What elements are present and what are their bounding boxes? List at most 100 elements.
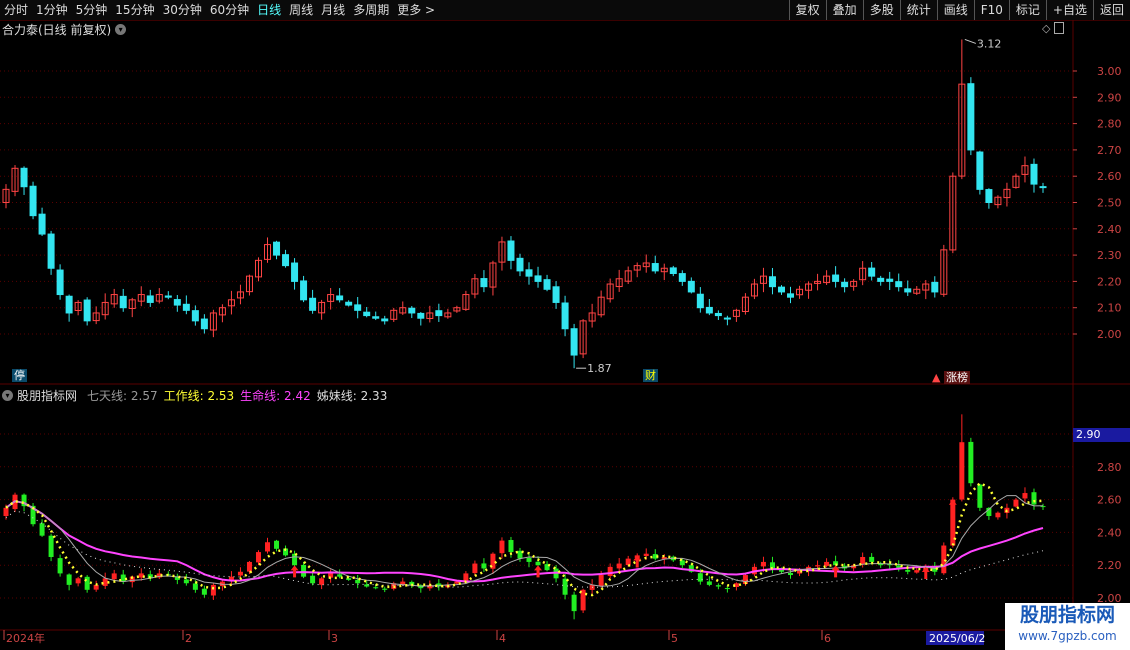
indicator-bar (373, 587, 379, 589)
candle-body (38, 213, 46, 235)
candle-body (696, 293, 704, 309)
date-tick-label: 5 (671, 632, 678, 645)
candle-body (282, 254, 290, 267)
date-tick-label: 4 (499, 632, 506, 645)
indicator-bar (598, 575, 604, 587)
candle-body (985, 189, 993, 204)
current-date-label: 2025/06/2 (929, 632, 985, 645)
indicator-bar (102, 578, 108, 586)
candle-body (417, 312, 425, 319)
candle-body (714, 312, 722, 317)
indicator-tick-label: 2.80 (1097, 461, 1122, 474)
candle-body (56, 269, 64, 296)
limit-up-tag[interactable]: ▲ 涨榜 (930, 371, 972, 384)
indicator-bar (869, 556, 875, 562)
chevron-down-icon[interactable]: ▾ (2, 390, 13, 401)
candle-body (273, 241, 281, 256)
finance-tag[interactable]: 财 (643, 369, 658, 382)
date-tick-label: 6 (824, 632, 831, 645)
indicator-bar (616, 563, 622, 569)
indicator-bar (111, 573, 117, 580)
indicator-bar (319, 578, 325, 585)
price-tick-label: 2.00 (1097, 328, 1122, 341)
indicator-bar (310, 575, 316, 584)
indicator-bar (526, 557, 532, 562)
candle-body (381, 318, 389, 322)
indicator-values: 七天线: 2.57 工作线: 2.53 生命线: 2.42 姊妹线: 2.33 (81, 387, 387, 404)
indicator-bar (788, 572, 794, 576)
indicator-bar (3, 507, 9, 516)
indicator-bar (210, 584, 216, 596)
price-tick-label: 2.10 (1097, 302, 1122, 315)
indicator-bar (815, 565, 821, 567)
candle-body (1030, 163, 1038, 185)
candle-body (83, 299, 91, 322)
indicator-bar (499, 540, 505, 554)
indicator-bar (905, 569, 911, 572)
indicator-current-value: 2.90 (1073, 428, 1130, 442)
indicator-bar (48, 535, 54, 557)
indicator-value: 生命线: 2.42 (240, 389, 311, 403)
candle-body (119, 295, 127, 309)
candle-body (723, 317, 731, 320)
candle-body (561, 302, 569, 330)
candle-body (146, 295, 154, 303)
candle-body (525, 269, 533, 277)
price-tick-label: 2.40 (1097, 223, 1122, 236)
indicator-tick-label: 2.40 (1097, 526, 1122, 539)
indicator-bar (1031, 492, 1037, 505)
candle-body (372, 316, 380, 319)
kline-chart[interactable]: 3.00 2.90 2.80 2.70 2.60 2.50 2.40 2.30 2.20 2.10… (0, 0, 1130, 650)
candle-body (173, 299, 181, 306)
indicator-bar (508, 540, 514, 553)
candle-body (687, 280, 695, 293)
candle-body (895, 281, 903, 288)
indicator-bar (679, 560, 685, 566)
candle-body (300, 280, 308, 301)
candle-body (29, 185, 37, 217)
seven-day-line (5, 495, 1044, 587)
candle-body (191, 310, 199, 322)
indicator-bar (760, 561, 766, 567)
candle-body (354, 304, 362, 311)
candle-body (20, 167, 28, 188)
candle-body (570, 328, 578, 356)
indicator-bar (1040, 506, 1046, 508)
indicator-bar (977, 484, 983, 508)
price-tick-label: 3.00 (1097, 65, 1122, 78)
indicator-bar (246, 561, 252, 572)
low-price-label: 1.87 (587, 362, 612, 375)
candle-body (832, 274, 840, 282)
indicator-bar (57, 558, 63, 574)
candle-body (47, 233, 55, 269)
indicator-bar (201, 588, 207, 595)
suspension-tag[interactable]: 停 (12, 369, 27, 382)
indicator-name: 股朋指标网 (17, 389, 78, 403)
indicator-bar (1013, 499, 1019, 507)
candle-body (669, 267, 677, 275)
indicator-bar (607, 566, 613, 577)
indicator-bar (39, 523, 45, 536)
indicator-bar (914, 570, 920, 573)
indicator-bar (625, 558, 631, 566)
candle-body (507, 240, 515, 261)
indicator-bar (481, 563, 487, 569)
price-tick-label: 2.80 (1097, 118, 1122, 131)
candle-body (967, 83, 975, 151)
buy-arrow-icon (534, 565, 543, 578)
buy-arrow-icon (948, 499, 957, 512)
candle-body (516, 257, 524, 272)
indicator-bar (274, 540, 280, 549)
indicator-bar (941, 545, 947, 574)
price-tick-label: 2.60 (1097, 170, 1122, 183)
indicator-bar (237, 571, 243, 576)
candle-body (904, 288, 912, 293)
indicator-bar (75, 578, 81, 584)
candle-body (777, 286, 785, 293)
indicator-title[interactable]: ▾ 股朋指标网 七天线: 2.57 工作线: 2.53 生命线: 2.42 姊妹线: … (2, 387, 387, 404)
indicator-bar (697, 573, 703, 582)
price-tick-label: 2.50 (1097, 197, 1122, 210)
candle-body (480, 278, 488, 288)
date-tick-label: 3 (331, 632, 338, 645)
indicator-bar (454, 581, 460, 584)
